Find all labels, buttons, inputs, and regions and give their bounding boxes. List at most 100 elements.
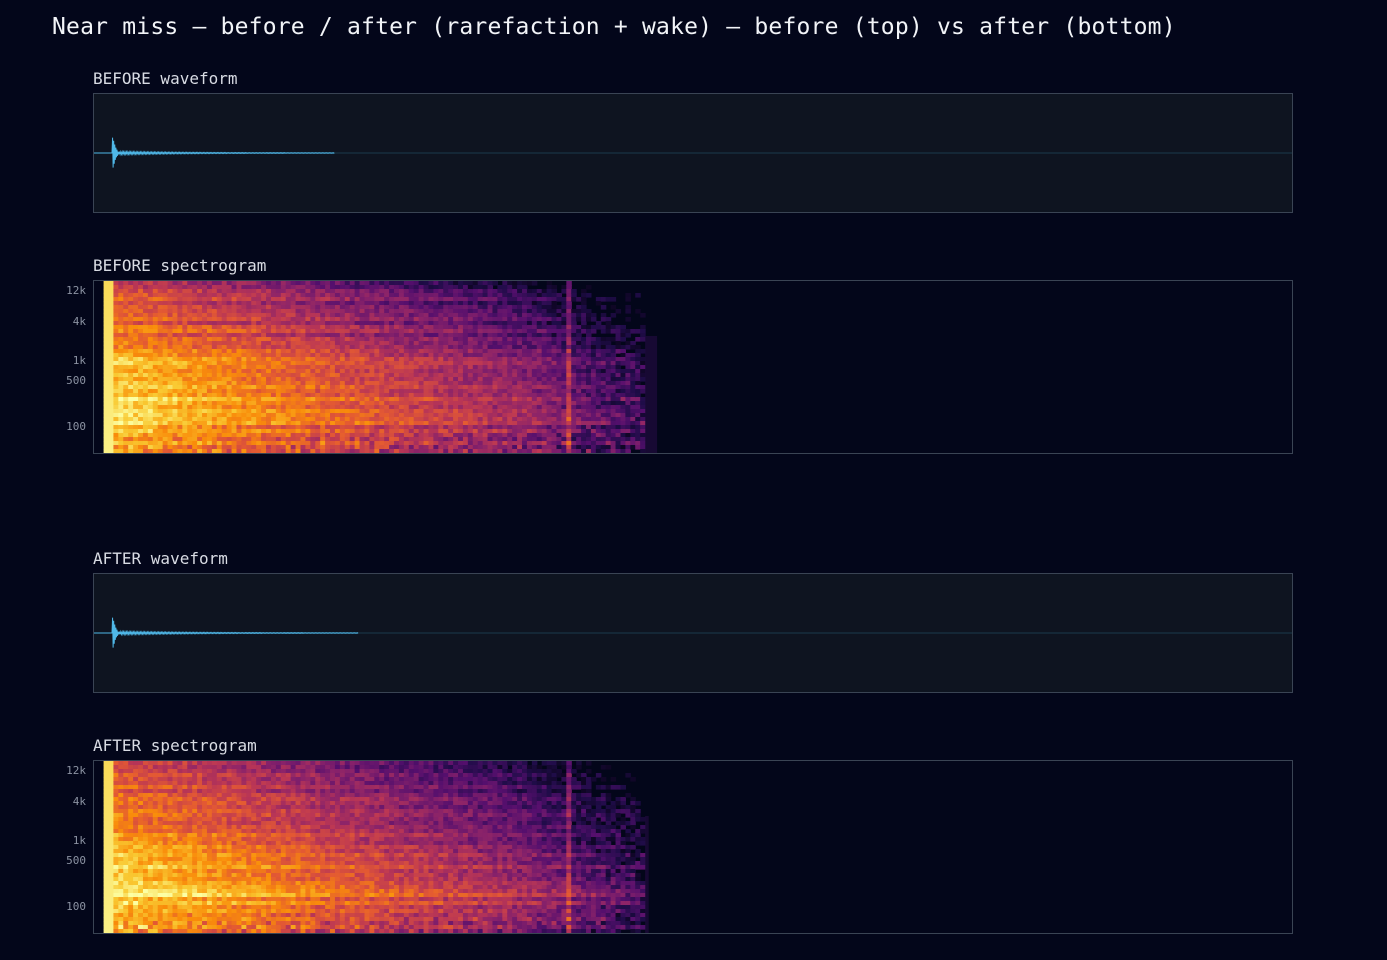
- before-spectrogram-cell: [354, 305, 361, 310]
- before-spectrogram-cell: [157, 377, 164, 382]
- before-spectrogram-cell: [408, 309, 415, 314]
- before-spectrogram-cell: [487, 365, 494, 370]
- before-spectrogram-cell: [157, 281, 164, 286]
- before-spectrogram-cell: [507, 381, 513, 386]
- before-spectrogram-cell: [477, 381, 484, 386]
- before-spectrogram-cell: [320, 445, 326, 450]
- before-spectrogram-cell: [103, 297, 110, 302]
- before-spectrogram-cell: [556, 313, 562, 318]
- before-spectrogram-cell: [640, 369, 646, 374]
- before-spectrogram-cell: [162, 293, 169, 298]
- before-spectrogram-cell: [182, 357, 188, 362]
- before-spectrogram-cell: [290, 393, 297, 398]
- before-spectrogram-cell: [142, 373, 149, 378]
- before-spectrogram-cell: [595, 437, 602, 442]
- before-spectrogram-cell: [113, 289, 119, 294]
- before-spectrogram-cell: [172, 341, 179, 346]
- before-spectrogram-cell: [620, 413, 626, 418]
- after-spectrogram-cell: [142, 929, 149, 933]
- before-spectrogram-cell: [507, 345, 513, 350]
- after-spectrogram-cell: [128, 809, 134, 814]
- before-spectrogram-cell: [256, 381, 262, 386]
- before-spectrogram-cell: [600, 425, 607, 430]
- before-spectrogram-cell: [526, 321, 533, 326]
- before-spectrogram-cell: [246, 297, 252, 302]
- before-spectrogram-cell: [492, 281, 498, 286]
- before-spectrogram-cell: [551, 373, 558, 378]
- before-spectrogram-cell: [443, 329, 449, 334]
- before-spectrogram-cell: [458, 341, 464, 346]
- before-spectrogram-cell: [403, 441, 410, 446]
- before-spectrogram-cell: [256, 325, 262, 330]
- before-spectrogram-cell: [600, 349, 607, 354]
- after-spectrogram-cell: [142, 913, 149, 918]
- before-spectrogram-cell: [423, 281, 430, 286]
- after-spectrogram-cell: [133, 813, 139, 818]
- before-spectrogram-cell: [403, 333, 410, 338]
- before-spectrogram-cell: [285, 385, 292, 390]
- before-spectrogram-cell: [615, 377, 622, 382]
- before-spectrogram-cell: [133, 385, 139, 390]
- before-spectrogram-cell: [261, 393, 267, 398]
- after-spectrogram-cell: [133, 801, 139, 806]
- before-spectrogram-cell: [221, 429, 228, 434]
- before-spectrogram-cell: [167, 293, 174, 298]
- before-spectrogram-cell: [285, 397, 292, 402]
- before-spectrogram-cell: [561, 361, 567, 366]
- before-spectrogram-cell: [211, 441, 218, 446]
- before-spectrogram-cell: [152, 393, 159, 398]
- before-spectrogram-cell: [497, 297, 503, 302]
- before-spectrogram-cell: [428, 325, 434, 330]
- before-spectrogram-cell: [556, 357, 562, 362]
- before-spectrogram-cell: [113, 405, 119, 410]
- before-spectrogram-cell: [182, 333, 188, 338]
- before-spectrogram-cell: [157, 409, 164, 414]
- before-spectrogram-cell: [576, 433, 582, 438]
- before-spectrogram-cell: [438, 357, 444, 362]
- before-spectrogram-cell: [590, 345, 597, 350]
- before-spectrogram-cell: [546, 413, 553, 418]
- before-spectrogram-cell: [453, 445, 459, 450]
- before-spectrogram-cell: [197, 425, 203, 430]
- before-spectrogram-cell: [551, 305, 558, 310]
- after-spectrogram-cell: [103, 893, 110, 898]
- before-spectrogram-cell: [285, 417, 292, 422]
- before-spectrogram-cell: [610, 349, 617, 354]
- before-spectrogram-cell: [162, 317, 169, 322]
- before-spectrogram-cell: [428, 441, 434, 446]
- before-spectrogram-cell: [600, 377, 607, 382]
- before-spectrogram-cell: [517, 397, 523, 402]
- before-spectrogram-cell: [640, 409, 646, 414]
- before-spectrogram-cell: [586, 449, 592, 453]
- before-spectrogram-cell: [359, 433, 366, 438]
- before-spectrogram-cell: [197, 369, 203, 374]
- before-spectrogram-cell: [202, 337, 208, 342]
- before-spectrogram-cell: [590, 329, 597, 334]
- before-spectrogram-cell: [344, 369, 351, 374]
- before-spectrogram-cell: [526, 333, 533, 338]
- before-spectrogram-cell: [586, 329, 592, 334]
- before-spectrogram-cell: [320, 289, 326, 294]
- before-spectrogram-cell: [507, 309, 513, 314]
- before-spectrogram-cell: [300, 293, 307, 298]
- after-spectrogram-cell: [103, 865, 110, 870]
- before-spectrogram-cell: [206, 405, 213, 410]
- before-spectrogram-cell: [517, 373, 523, 378]
- before-spectrogram-cell: [502, 401, 508, 406]
- before-spectrogram-cell: [497, 373, 503, 378]
- before-spectrogram-cell: [453, 429, 459, 434]
- before-spectrogram-cell: [462, 305, 469, 310]
- before-spectrogram-cell: [128, 285, 134, 290]
- after-spectrogram-cell: [108, 797, 115, 802]
- before-spectrogram-cell: [369, 305, 375, 310]
- before-spectrogram-cell: [221, 389, 228, 394]
- before-spectrogram-cell: [226, 413, 233, 418]
- before-spectrogram-cell: [133, 401, 139, 406]
- after-spectrogram-cell: [118, 793, 124, 798]
- before-spectrogram-cell: [123, 337, 129, 342]
- before-spectrogram-cell: [211, 301, 218, 306]
- before-spectrogram-cell: [551, 389, 558, 394]
- before-spectrogram-cell: [433, 297, 439, 302]
- before-spectrogram-cell: [600, 369, 607, 374]
- before-spectrogram-cell: [403, 369, 410, 374]
